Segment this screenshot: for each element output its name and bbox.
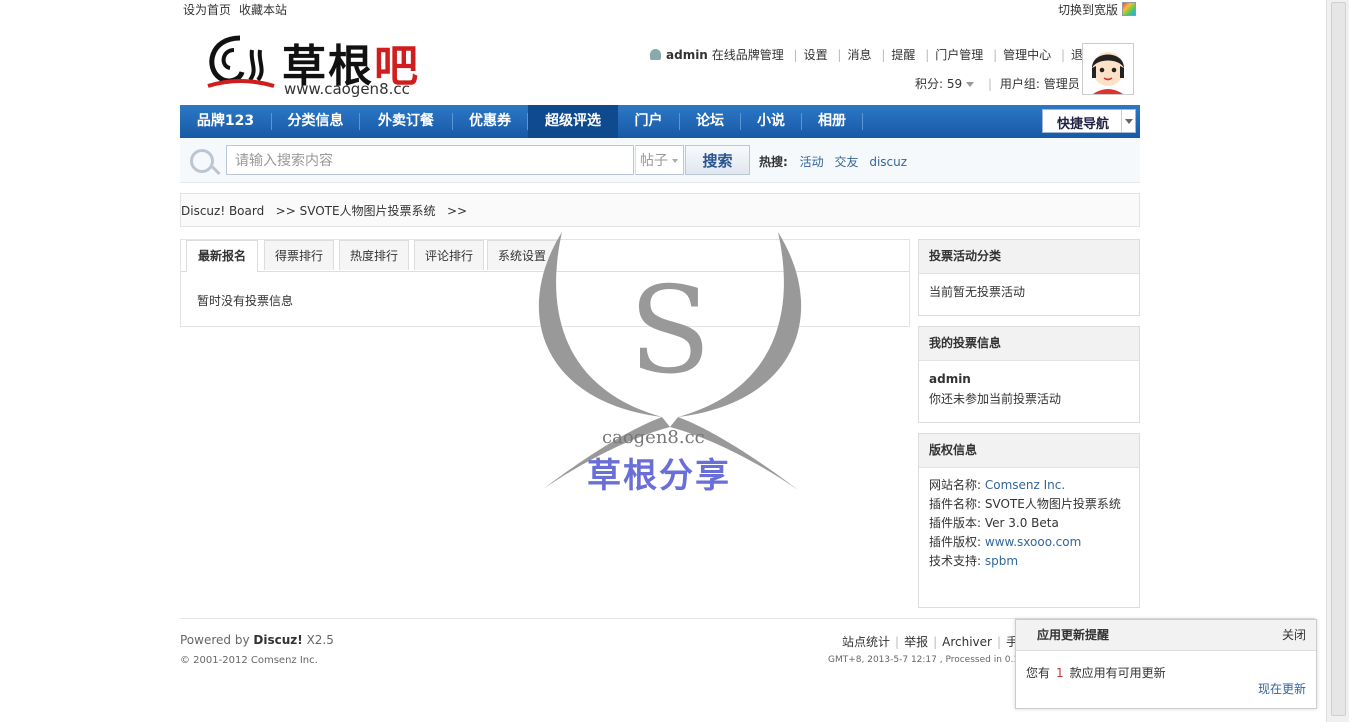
avatar-face-icon [1083,44,1133,94]
footer-time: GMT+8, 2013-5-7 12:17 , Processed in 0.1 [828,655,1020,665]
site-logo[interactable]: 草根吧 www.caogen8.cc [200,28,440,100]
search-scope-select[interactable]: 帖子 [635,145,684,175]
top-bar: 设为首页 收藏本站 切换到宽版 [0,0,1349,20]
username-link[interactable]: admin [666,48,708,62]
avatar[interactable] [1082,43,1134,95]
tab-system-settings[interactable]: 系统设置 [487,240,557,270]
logo-mark-icon [207,35,275,88]
my-vote-box: 我的投票信息 admin 你还未参加当前投票活动 [918,326,1140,423]
powered-by: Powered by Discuz! X2.5 [180,633,334,647]
support-link[interactable]: spbm [985,554,1018,568]
report-link[interactable]: 举报 [904,635,928,649]
main-nav: 品牌123 分类信息 外卖订餐 优惠券 超级评选 门户 论坛 小说 相册 快捷导… [180,105,1140,138]
chevron-down-icon[interactable] [966,81,975,87]
page-scrollbar[interactable] [1326,0,1349,722]
nav-item-novel[interactable]: 小说 [741,105,801,138]
nav-item-coupons[interactable]: 优惠券 [453,105,527,138]
nav-item-album[interactable]: 相册 [802,105,862,138]
plugin-version: Ver 3.0 Beta [984,516,1059,530]
hot-searches: 热搜: 活动 交友 discuz [759,153,914,170]
empty-message: 暂时没有投票信息 [197,294,294,308]
brand-manage-link[interactable]: 在线品牌管理 [712,48,784,62]
portal-manage-link[interactable]: 门户管理 [935,48,983,62]
breadcrumb: Discuz! Board >> SVOTE人物图片投票系统 >> [180,193,1140,227]
archiver-link[interactable]: Archiver [942,635,992,649]
box-title: 投票活动分类 [919,240,1139,274]
tab-latest-signup[interactable]: 最新报名 [186,240,258,272]
vote-category-box: 投票活动分类 当前暂无投票活动 [918,239,1140,316]
points-menu[interactable]: 积分: 59 [915,77,962,91]
switch-wide-link[interactable]: 切换到宽版 [1058,3,1118,17]
stats-link[interactable]: 站点统计 [842,635,890,649]
update-count: 1 [1056,666,1064,680]
search-input[interactable]: 请输入搜索内容 [226,145,634,175]
hot-search-activity[interactable]: 活动 [800,155,824,169]
wide-mode-icon[interactable] [1122,2,1137,16]
chevron-down-icon[interactable] [1121,110,1135,132]
reminders-link[interactable]: 提醒 [891,48,915,62]
settings-link[interactable]: 设置 [804,48,828,62]
app-update-notice: 应用更新提醒 关闭 您有 1 款应用有可用更新 现在更新 [1015,619,1317,709]
nav-item-takeout[interactable]: 外卖订餐 [360,105,452,138]
notice-title: 应用更新提醒 [1037,628,1110,642]
search-icon [190,149,214,173]
notice-body: 您有 1 款应用有可用更新 [1026,666,1166,680]
my-vote-user: admin [929,372,971,386]
quick-nav-button[interactable]: 快捷导航 [1042,109,1136,133]
vote-list-panel: 最新报名 得票排行 热度排行 评论排行 系统设置 暂时没有投票信息 [180,239,910,327]
user-icon [650,49,661,60]
update-now-link[interactable]: 现在更新 [1258,680,1306,697]
notice-close-button[interactable]: 关闭 [1282,620,1306,650]
box-text: 当前暂无投票活动 [929,285,1026,299]
search-button[interactable]: 搜索 [685,145,750,175]
box-title: 版权信息 [919,434,1139,468]
hot-search-discuz[interactable]: discuz [869,155,907,169]
box-title: 我的投票信息 [919,327,1139,361]
copyright-box: 版权信息 网站名称: Comsenz Inc. 插件名称: SVOTE人物图片投… [918,433,1140,608]
nav-item-brand123[interactable]: 品牌123 [180,105,271,138]
logo-url: www.caogen8.cc [284,80,410,98]
messages-link[interactable]: 消息 [847,48,871,62]
watermark-site: caogen8.cc [602,427,705,448]
nav-item-forum[interactable]: 论坛 [680,105,740,138]
copyright-text: © 2001-2012 Comsenz Inc. [180,655,318,666]
breadcrumb-text[interactable]: Discuz! Board >> SVOTE人物图片投票系统 >> [181,204,467,218]
site-name-link[interactable]: Comsenz Inc. [985,478,1065,492]
user-group: 用户组: 管理员 [999,77,1080,91]
search-bar: 请输入搜索内容 帖子 搜索 热搜: 活动 交友 discuz [180,138,1140,183]
tab-comment-ranking[interactable]: 评论排行 [414,240,484,270]
hot-search-label: 热搜: [759,155,788,169]
tab-vote-ranking[interactable]: 得票排行 [264,240,334,270]
bookmark-link[interactable]: 收藏本站 [239,3,287,17]
discuz-link[interactable]: Discuz! [253,633,302,647]
watermark-name: 草根分享 [587,456,731,496]
nav-item-super-vote[interactable]: 超级评选 [528,105,618,138]
hot-search-dating[interactable]: 交友 [834,155,858,169]
my-vote-text: 你还未参加当前投票活动 [929,392,1062,406]
footer-links: 站点统计 | 举报 | Archiver | 手 [842,635,1019,649]
scrollbar-thumb[interactable] [1331,2,1346,716]
nav-item-portal[interactable]: 门户 [618,105,679,138]
user-stats: 积分: 59 | 用户组: 管理员 [915,77,1080,91]
plugin-name: SVOTE人物图片投票系统 [984,497,1121,511]
tab-hot-ranking[interactable]: 热度排行 [339,240,409,270]
user-menu: admin 在线品牌管理 |设置 |消息 |提醒 |门户管理 |管理中心 |退出 [650,46,1095,63]
plugin-rights-link[interactable]: www.sxooo.com [985,535,1081,549]
nav-item-classifieds[interactable]: 分类信息 [272,105,359,138]
set-home-link[interactable]: 设为首页 [183,3,231,17]
admin-center-link[interactable]: 管理中心 [1003,48,1051,62]
